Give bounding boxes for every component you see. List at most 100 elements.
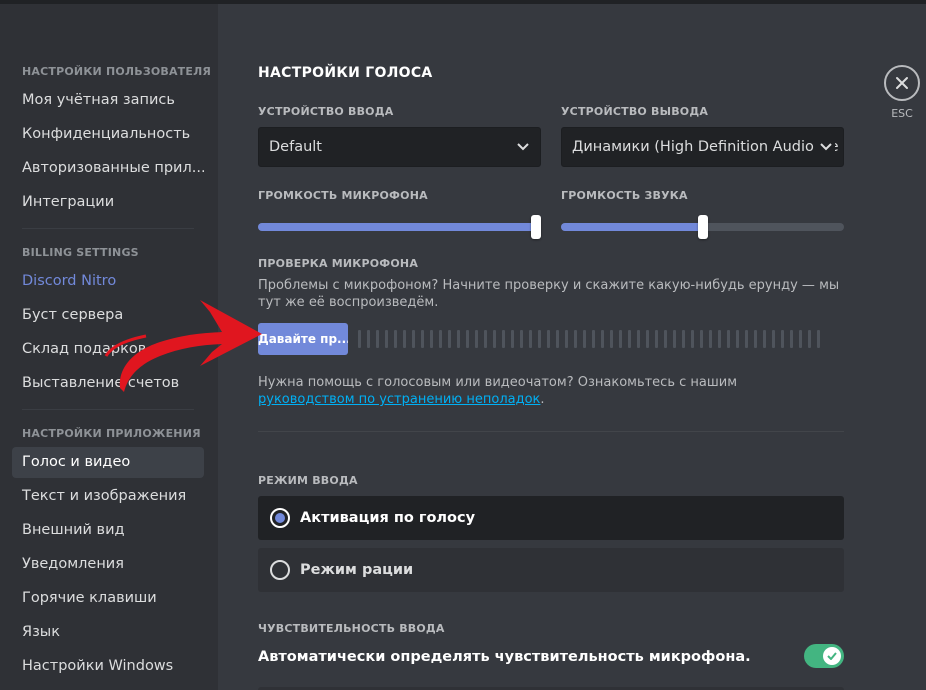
sound-volume-handle[interactable] — [698, 215, 708, 239]
sound-volume-slider[interactable] — [561, 215, 844, 239]
sound-volume-fill — [561, 223, 703, 231]
radio-voice-activity[interactable]: Активация по голосу — [258, 496, 844, 540]
meter-tick — [385, 330, 388, 348]
meter-tick — [457, 330, 460, 348]
meter-tick — [466, 330, 469, 348]
meter-tick — [493, 330, 496, 348]
checkmark-icon — [827, 652, 837, 660]
sidebar-item-text-images[interactable]: Текст и изображения — [12, 481, 204, 512]
sidebar-divider — [22, 228, 194, 229]
sound-volume-label: ГРОМКОСТЬ ЗВУКА — [561, 189, 688, 202]
sidebar-heading-user-settings: НАСТРОЙКИ ПОЛЬЗОВАТЕЛЯ — [22, 65, 212, 78]
sidebar-item-appearance[interactable]: Внешний вид — [12, 515, 204, 546]
meter-tick — [430, 330, 433, 348]
meter-tick — [421, 330, 424, 348]
sidebar-item-notifications[interactable]: Уведомления — [12, 549, 204, 580]
sidebar-divider — [22, 409, 194, 410]
sidebar-item-voice-video[interactable]: Голос и видео — [12, 447, 204, 478]
mic-test-description: Проблемы с микрофоном? Начните проверку … — [258, 278, 840, 310]
meter-tick — [394, 330, 397, 348]
meter-tick — [556, 330, 559, 348]
section-divider — [258, 431, 844, 432]
sidebar-item-authorized-apps[interactable]: Авторизованные прил... — [12, 153, 204, 184]
meter-tick — [610, 330, 613, 348]
meter-tick — [475, 330, 478, 348]
sidebar-item-windows-settings[interactable]: Настройки Windows — [12, 651, 204, 682]
mic-volume-slider[interactable] — [258, 215, 541, 239]
sidebar-item-language[interactable]: Язык — [12, 617, 204, 648]
chevron-down-icon — [517, 143, 529, 151]
meter-tick — [709, 330, 712, 348]
mic-volume-label: ГРОМКОСТЬ МИКРОФОНА — [258, 189, 428, 202]
meter-tick — [700, 330, 703, 348]
mic-test-button[interactable]: Давайте пр... — [258, 323, 348, 355]
meter-tick — [637, 330, 640, 348]
meter-tick — [646, 330, 649, 348]
meter-tick — [628, 330, 631, 348]
output-device-select[interactable]: Динамики (High Definition Audio De — [561, 127, 844, 167]
sidebar-item-my-account[interactable]: Моя учётная запись — [12, 85, 204, 116]
meter-tick — [592, 330, 595, 348]
input-device-select[interactable]: Default — [258, 127, 541, 167]
help-text: Нужна помощь с голосовым или видеочатом?… — [258, 374, 818, 408]
input-device-label: УСТРОЙСТВО ВВОДА — [258, 105, 394, 118]
meter-tick — [664, 330, 667, 348]
meter-tick — [682, 330, 685, 348]
sidebar-item-integrations[interactable]: Интеграции — [12, 187, 204, 218]
sidebar-item-billing[interactable]: Выставление счетов — [12, 368, 204, 399]
mic-volume-fill — [258, 223, 536, 231]
input-mode-label: РЕЖИМ ВВОДА — [258, 474, 358, 487]
mic-volume-handle[interactable] — [531, 215, 541, 239]
meter-tick — [358, 330, 361, 348]
meter-tick — [817, 330, 820, 348]
sidebar-item-keybinds[interactable]: Горячие клавиши — [12, 583, 204, 614]
meter-tick — [763, 330, 766, 348]
sidebar-heading-billing: BILLING SETTINGS — [22, 246, 139, 259]
meter-tick — [565, 330, 568, 348]
meter-tick — [529, 330, 532, 348]
voice-settings-panel: НАСТРОЙКИ ГОЛОСА ESC УСТРОЙСТВО ВВОДА De… — [218, 4, 926, 690]
meter-tick — [601, 330, 604, 348]
auto-sensitivity-label: Автоматически определять чувствительност… — [258, 649, 751, 665]
meter-tick — [718, 330, 721, 348]
sensitivity-label: ЧУВСТВИТЕЛЬНОСТЬ ВВОДА — [258, 622, 445, 635]
meter-tick — [520, 330, 523, 348]
meter-tick — [448, 330, 451, 348]
meter-tick — [691, 330, 694, 348]
help-text-prefix: Нужна помощь с голосовым или видеочатом?… — [258, 375, 738, 390]
chevron-down-icon — [820, 143, 832, 151]
meter-tick — [790, 330, 793, 348]
radio-checked-icon — [270, 508, 290, 528]
help-text-suffix: . — [540, 392, 545, 407]
mic-level-meter — [358, 330, 828, 348]
sidebar-item-gift-inventory[interactable]: Склад подарков — [12, 334, 204, 365]
close-icon — [896, 77, 908, 89]
sidebar-item-discord-nitro[interactable]: Discord Nitro — [12, 266, 204, 297]
meter-tick — [412, 330, 415, 348]
meter-tick — [538, 330, 541, 348]
meter-tick — [367, 330, 370, 348]
meter-tick — [808, 330, 811, 348]
meter-tick — [781, 330, 784, 348]
close-button[interactable] — [884, 65, 920, 101]
sidebar-heading-app-settings: НАСТРОЙКИ ПРИЛОЖЕНИЯ — [22, 427, 201, 440]
settings-sidebar: НАСТРОЙКИ ПОЛЬЗОВАТЕЛЯ Моя учётная запис… — [0, 4, 218, 690]
page-title: НАСТРОЙКИ ГОЛОСА — [258, 65, 433, 81]
meter-tick — [511, 330, 514, 348]
meter-tick — [403, 330, 406, 348]
auto-sensitivity-toggle[interactable] — [804, 644, 844, 668]
esc-label: ESC — [891, 107, 913, 120]
troubleshooting-link[interactable]: руководством по устранению неполадок — [258, 392, 540, 407]
meter-tick — [799, 330, 802, 348]
sidebar-item-privacy[interactable]: Конфиденциальность — [12, 119, 204, 150]
sidebar-item-server-boost[interactable]: Буст сервера — [12, 300, 204, 331]
radio-push-to-talk-label: Режим рации — [300, 562, 414, 578]
radio-unchecked-icon — [270, 560, 290, 580]
meter-tick — [754, 330, 757, 348]
meter-tick — [439, 330, 442, 348]
radio-voice-activity-label: Активация по голосу — [300, 510, 476, 526]
meter-tick — [376, 330, 379, 348]
meter-tick — [574, 330, 577, 348]
meter-tick — [736, 330, 739, 348]
radio-push-to-talk[interactable]: Режим рации — [258, 548, 844, 592]
